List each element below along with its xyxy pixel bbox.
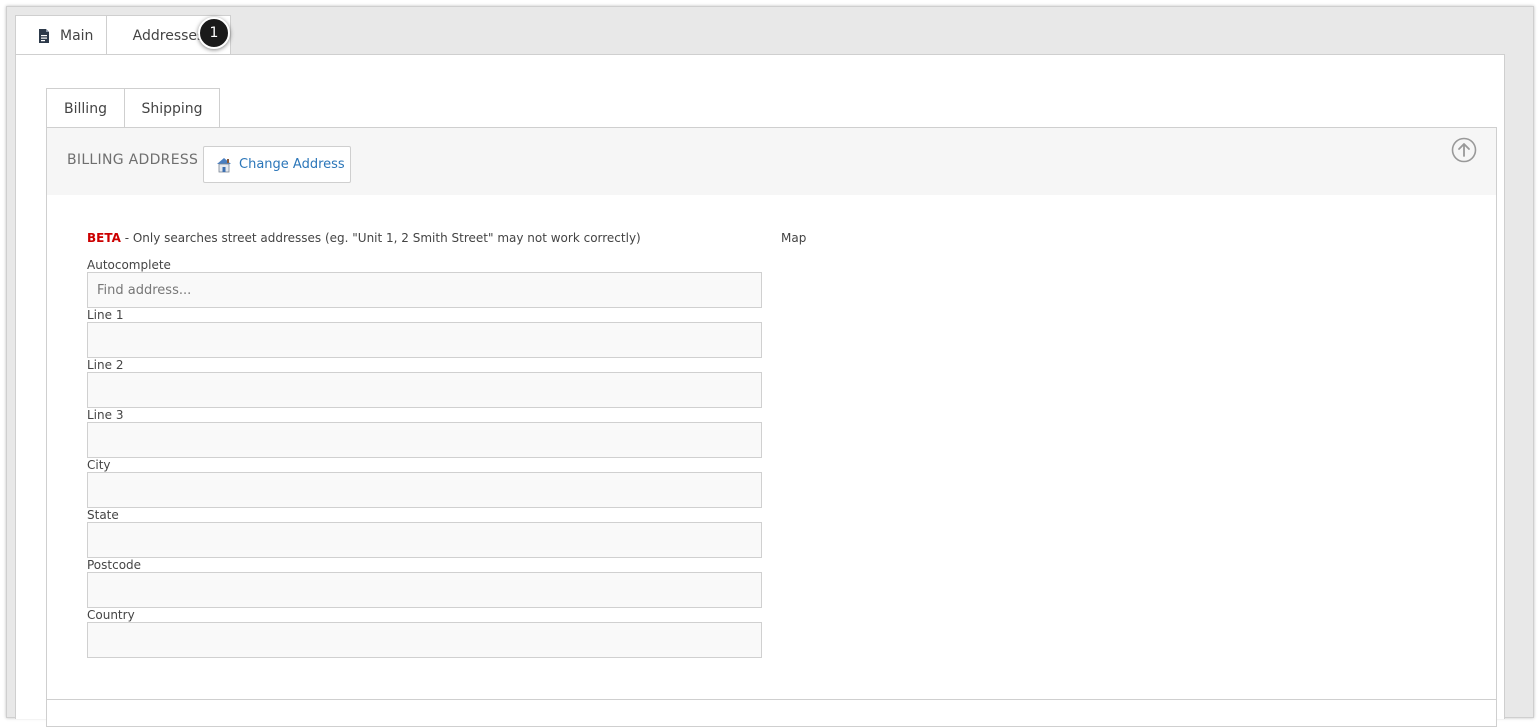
- line3-input[interactable]: [87, 422, 762, 458]
- beta-text: - Only searches street addresses (eg. "U…: [120, 231, 641, 245]
- scroll-to-top-icon[interactable]: [1451, 137, 1477, 163]
- line2-label: Line 2: [87, 358, 124, 372]
- postcode-label: Postcode: [87, 558, 142, 572]
- line1-label: Line 1: [87, 308, 124, 322]
- line1-input[interactable]: [87, 322, 762, 358]
- house-icon: [217, 157, 231, 172]
- tab-main-label: Main: [60, 27, 94, 44]
- state-input[interactable]: [87, 522, 762, 558]
- tab-main[interactable]: Main: [15, 15, 107, 55]
- state-label: State: [87, 508, 119, 522]
- window: Main Addresses 1 Billing Shipping BILLIN…: [6, 6, 1534, 727]
- city-input[interactable]: [87, 472, 762, 508]
- change-address-label: Change Address: [239, 157, 345, 172]
- tab-shipping-label: Shipping: [141, 100, 203, 117]
- document-icon: [39, 28, 49, 43]
- tab-content: Billing Shipping BILLING ADDRESS Change …: [15, 54, 1505, 727]
- beta-notice: BETA - Only searches street addresses (e…: [87, 231, 641, 245]
- map-label: Map: [781, 231, 807, 245]
- beta-tag: BETA: [87, 231, 121, 245]
- panel-title: BILLING ADDRESS: [67, 152, 199, 168]
- tab-billing[interactable]: Billing: [46, 88, 125, 128]
- panel-footer: [46, 699, 1497, 720]
- sub-tab-bar: Billing Shipping: [46, 88, 220, 128]
- autocomplete-label: Autocomplete: [87, 258, 171, 272]
- tab-shipping[interactable]: Shipping: [125, 88, 220, 128]
- country-label: Country: [87, 608, 135, 622]
- line3-label: Line 3: [87, 408, 124, 422]
- tab-billing-label: Billing: [64, 100, 107, 117]
- panel-header: BILLING ADDRESS Change Address: [47, 128, 1496, 195]
- city-label: City: [87, 458, 111, 472]
- country-input[interactable]: [87, 622, 762, 658]
- line2-input[interactable]: [87, 372, 762, 408]
- callout-badge: 1: [198, 17, 230, 49]
- change-address-button[interactable]: Change Address: [203, 146, 351, 183]
- postcode-input[interactable]: [87, 572, 762, 608]
- tab-addresses-label: Addresses: [132, 27, 205, 44]
- billing-address-panel: BILLING ADDRESS Change Address BETA - On…: [46, 127, 1497, 727]
- autocomplete-input[interactable]: [87, 272, 762, 308]
